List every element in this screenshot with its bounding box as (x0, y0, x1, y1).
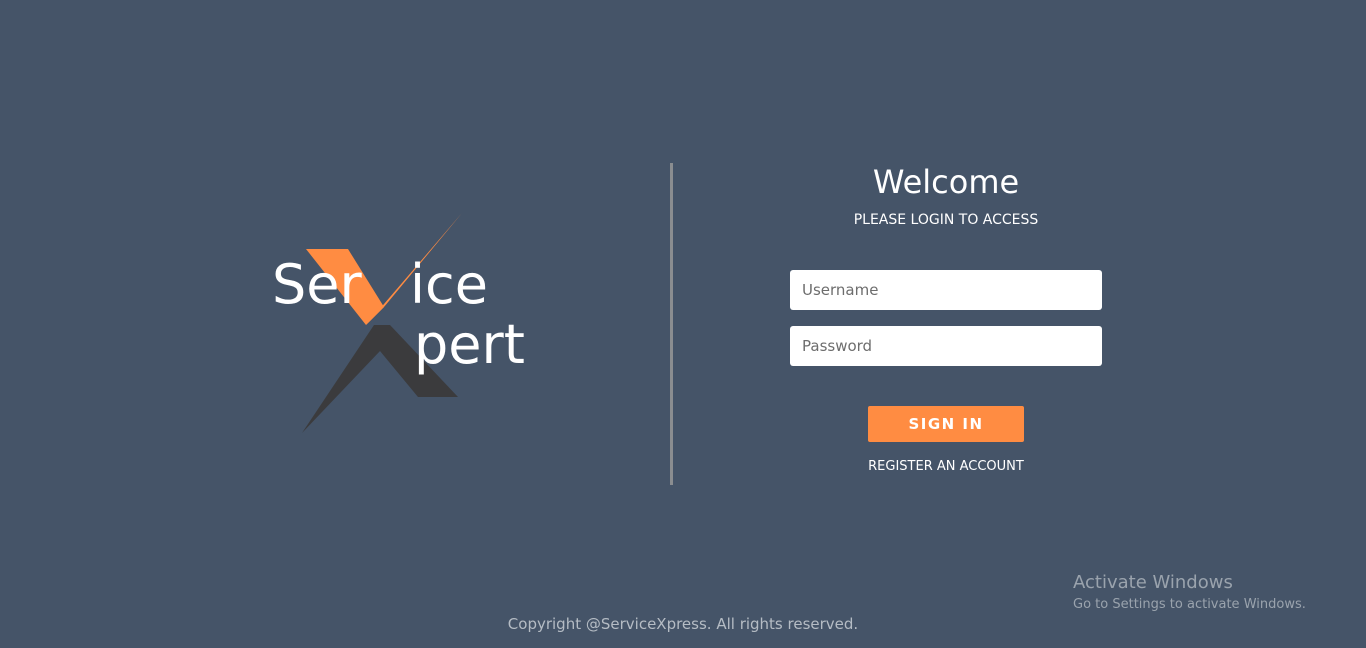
logo-text-ice: ice (410, 253, 488, 316)
username-input[interactable] (790, 270, 1102, 310)
password-input[interactable] (790, 326, 1102, 366)
logo-text-pert: pert (414, 313, 525, 376)
login-subtitle: PLEASE LOGIN TO ACCESS (853, 212, 1039, 228)
sign-in-button[interactable]: SIGN IN (868, 406, 1024, 442)
logo-text-ser: Ser (272, 253, 363, 316)
logo-graphic: Ser ice pert (272, 213, 525, 433)
activate-windows-title: Activate Windows (1073, 572, 1233, 593)
copyright-text: Copyright @ServiceXpress. All rights res… (507, 615, 859, 633)
activate-windows-subtitle: Go to Settings to activate Windows. (1073, 597, 1306, 612)
vertical-divider (670, 163, 673, 485)
login-page: Ser ice pert Welcome PLEASE LOGIN TO ACC… (0, 0, 1366, 648)
activate-windows-watermark: Activate Windows Go to Settings to activ… (1073, 572, 1306, 614)
register-account-link[interactable]: REGISTER AN ACCOUNT (820, 458, 1072, 476)
welcome-title: Welcome (872, 163, 1020, 201)
servicexpert-logo: Ser ice pert (262, 205, 552, 445)
